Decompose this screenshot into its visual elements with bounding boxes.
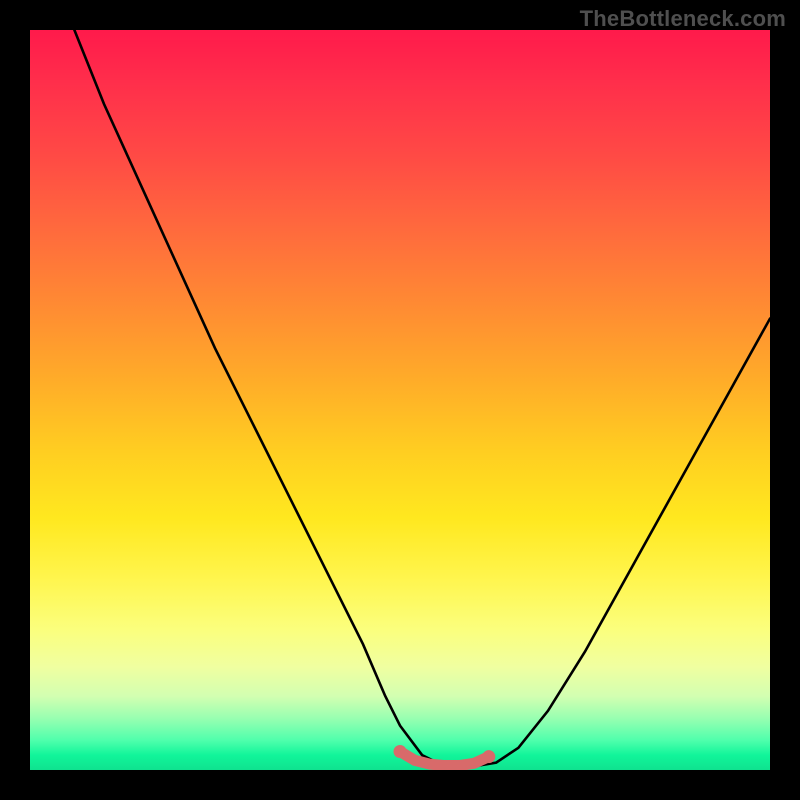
- optimal-band-path: [400, 752, 489, 766]
- optimal-band-start-dot: [394, 745, 407, 758]
- chart-frame: TheBottleneck.com: [0, 0, 800, 800]
- plot-area: [30, 30, 770, 770]
- curve-svg: [30, 30, 770, 770]
- bottleneck-curve-path: [74, 30, 770, 766]
- watermark-text: TheBottleneck.com: [580, 6, 786, 32]
- optimal-band-end-dot: [482, 750, 495, 763]
